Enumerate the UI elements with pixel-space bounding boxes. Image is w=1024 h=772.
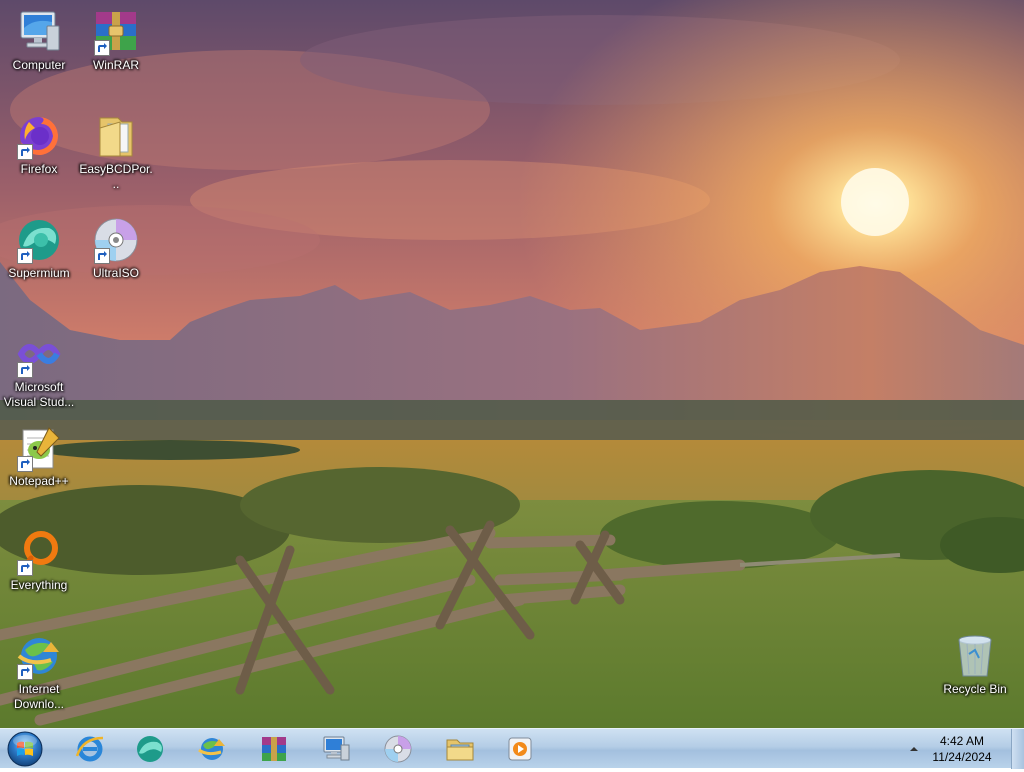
desktop-icon-computer[interactable]: Computer (1, 8, 77, 73)
show-desktop-button[interactable] (1011, 729, 1024, 769)
desktop-icon-easybcd[interactable]: EasyBCDPor... (78, 112, 154, 192)
media-player-icon (508, 737, 532, 761)
clock-date: 11/24/2024 (932, 750, 992, 764)
windows-logo-icon (7, 731, 43, 767)
desktop-icon-label: Computer (12, 58, 66, 72)
firefox-icon (15, 112, 63, 160)
taskbar-internet-explorer-button[interactable] (64, 731, 116, 767)
desktop-icon-visual-studio[interactable]: Microsoft Visual Stud... (1, 330, 77, 410)
disc-icon (92, 216, 140, 264)
desktop-icon-firefox[interactable]: Firefox (1, 112, 77, 177)
clock-time: 4:42 AM (939, 734, 985, 748)
show-hidden-icons-button[interactable] (908, 742, 920, 754)
taskbar-clock[interactable]: 4:42 AM 11/24/2024 (924, 733, 1000, 765)
desktop-icon-idm[interactable]: Internet Downlo... (1, 632, 77, 712)
internet-explorer-icon (75, 736, 104, 762)
desktop-icon-label: Firefox (20, 162, 58, 176)
internet-download-manager-icon (198, 738, 225, 760)
supermium-icon (15, 216, 63, 264)
taskbar: 4:42 AM 11/24/2024 (0, 728, 1024, 769)
everything-icon (15, 528, 63, 576)
computer-icon (15, 8, 63, 56)
taskbar-idm-button[interactable] (186, 731, 238, 767)
taskbar-explorer-button[interactable] (434, 731, 486, 767)
shortcut-arrow-icon (17, 560, 33, 576)
notepadpp-icon (15, 424, 63, 472)
winrar-icon (262, 737, 286, 761)
computer-icon (323, 736, 350, 761)
desktop-icon-label: EasyBCDPor... (79, 162, 153, 191)
taskbar-supermium-button[interactable] (124, 731, 176, 767)
winrar-icon (92, 8, 140, 56)
desktop-icon-supermium[interactable]: Supermium (1, 216, 77, 281)
folder-icon (92, 112, 140, 160)
desktop-icon-label: Notepad++ (9, 474, 69, 488)
taskbar-media-player-button[interactable] (494, 731, 546, 767)
desktop-wallpaper (0, 0, 1024, 728)
start-button[interactable] (6, 731, 44, 767)
shortcut-arrow-icon (17, 144, 33, 160)
desktop-icon-label: Everything (10, 578, 68, 592)
shortcut-arrow-icon (94, 40, 110, 56)
taskbar-winrar-button[interactable] (248, 731, 300, 767)
desktop-icon-label: Supermium (8, 266, 70, 280)
shortcut-arrow-icon (17, 456, 33, 472)
desktop-icon-label: Internet Downlo... (13, 682, 65, 711)
taskbar-disc-button[interactable] (372, 731, 424, 767)
visual-studio-icon (15, 330, 63, 378)
shortcut-arrow-icon (17, 362, 33, 378)
folder-icon (446, 739, 474, 761)
desktop-icon-ultraiso[interactable]: UltraISO (78, 216, 154, 281)
disc-icon (384, 735, 412, 763)
recycle-bin-icon (951, 632, 999, 680)
desktop-icon-label: Recycle Bin (943, 682, 1007, 696)
desktop-icon-notepadpp[interactable]: Notepad++ (1, 424, 77, 489)
desktop-icon-winrar[interactable]: WinRAR (78, 8, 154, 73)
shortcut-arrow-icon (17, 248, 33, 264)
desktop-icon-label: Microsoft Visual Stud... (3, 380, 75, 409)
desktop-icon-label: WinRAR (92, 58, 139, 72)
shortcut-arrow-icon (17, 664, 33, 680)
shortcut-arrow-icon (94, 248, 110, 264)
chevron-up-icon (910, 747, 918, 751)
desktop-icon-everything[interactable]: Everything (1, 528, 77, 593)
taskbar-computer-button[interactable] (310, 731, 362, 767)
supermium-icon (137, 736, 163, 762)
desktop-icon-recycle-bin[interactable]: Recycle Bin (937, 632, 1013, 697)
desktop-icon-label: UltraISO (92, 266, 139, 280)
notification-area: 4:42 AM 11/24/2024 (908, 729, 1008, 769)
internet-download-manager-icon (15, 632, 63, 680)
